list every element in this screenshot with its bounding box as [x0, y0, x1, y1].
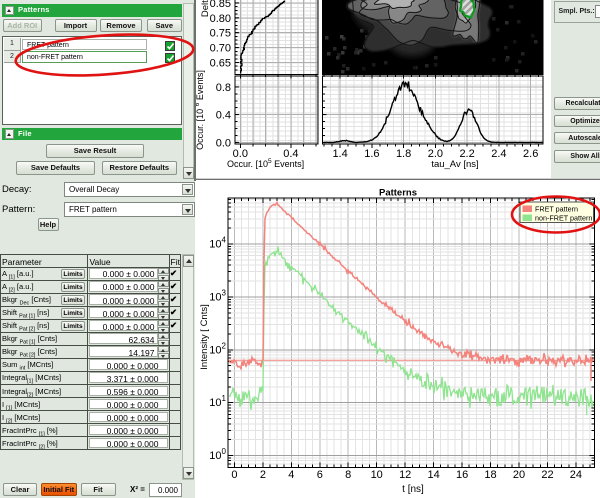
svg-text:18: 18 — [484, 469, 496, 481]
svg-text:104: 104 — [209, 236, 226, 251]
svg-text:FRET pattern: FRET pattern — [535, 205, 578, 214]
svg-text:non-FRET pattern: non-FRET pattern — [535, 214, 592, 223]
svg-text:Intensity [ Cnts]: Intensity [ Cnts] — [199, 304, 210, 369]
svg-text:14: 14 — [427, 469, 439, 481]
svg-text:22: 22 — [541, 469, 553, 481]
svg-text:t [ns]: t [ns] — [402, 484, 424, 495]
svg-text:100: 100 — [209, 447, 226, 462]
svg-text:0: 0 — [231, 469, 237, 481]
svg-text:20: 20 — [513, 469, 525, 481]
svg-text:8: 8 — [345, 469, 351, 481]
svg-text:10: 10 — [371, 469, 383, 481]
svg-text:16: 16 — [456, 469, 468, 481]
svg-text:2: 2 — [260, 469, 266, 481]
svg-text:103: 103 — [209, 288, 226, 303]
svg-text:101: 101 — [209, 394, 226, 409]
svg-text:12: 12 — [399, 469, 411, 481]
svg-text:6: 6 — [317, 469, 323, 481]
svg-text:102: 102 — [209, 341, 226, 356]
svg-text:4: 4 — [288, 469, 294, 481]
svg-text:24: 24 — [570, 469, 582, 481]
svg-text:Patterns: Patterns — [379, 188, 417, 199]
